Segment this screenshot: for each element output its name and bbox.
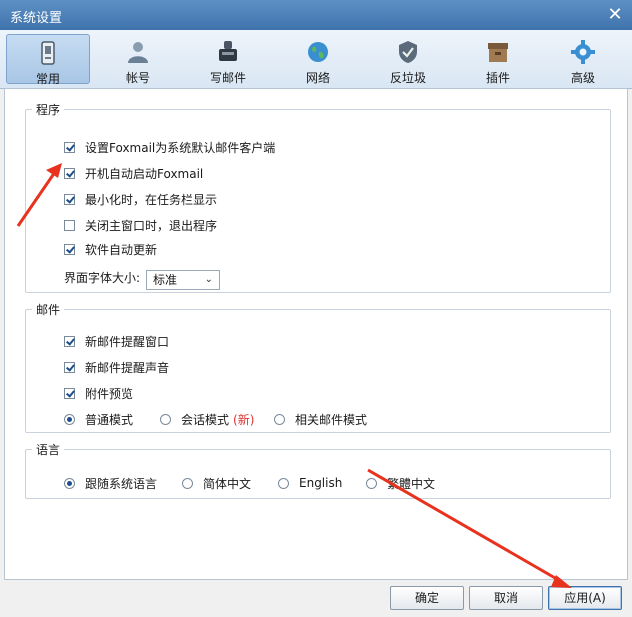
- language-group-legend: 语言: [36, 443, 61, 457]
- option-label: 设置Foxmail为系统默认邮件客户端: [85, 140, 276, 155]
- checkbox[interactable]: [64, 167, 75, 179]
- tab-advanced[interactable]: 高级: [541, 34, 625, 85]
- tab-compose-label: 写邮件: [209, 71, 246, 85]
- lang-label: English: [299, 476, 343, 490]
- apply-button[interactable]: 应用(A): [548, 586, 622, 610]
- mail-group-legend: 邮件: [36, 303, 61, 317]
- tab-account[interactable]: 帐号: [96, 34, 180, 85]
- lang-traditional-chinese[interactable]: 繁體中文: [366, 474, 435, 492]
- ok-button[interactable]: 确定: [390, 586, 464, 610]
- radio-button[interactable]: [278, 477, 289, 489]
- close-icon[interactable]: ✕: [604, 4, 626, 26]
- lang-label: 跟随系统语言: [85, 476, 158, 491]
- lang-label: 简体中文: [203, 476, 252, 491]
- plugin-icon: [488, 43, 508, 62]
- tab-plugin-label: 插件: [485, 71, 510, 85]
- option-new-mail-window[interactable]: 新邮件提醒窗口: [64, 332, 169, 350]
- option-label: 关闭主窗口时，退出程序: [85, 218, 218, 233]
- mode-label: 会话模式: [181, 412, 230, 427]
- checkbox[interactable]: [64, 219, 75, 231]
- antispam-icon: [399, 41, 417, 63]
- font-size-value: 标准: [153, 273, 178, 287]
- checkbox[interactable]: [64, 141, 75, 153]
- option-new-mail-sound[interactable]: 新邮件提醒声音: [64, 358, 169, 376]
- lang-simplified-chinese[interactable]: 简体中文: [182, 474, 251, 492]
- radio-button[interactable]: [64, 477, 75, 489]
- radio-button[interactable]: [274, 413, 285, 425]
- option-close-exit[interactable]: 关闭主窗口时，退出程序: [64, 216, 217, 234]
- mode-label: 普通模式: [85, 412, 134, 427]
- lang-label: 繁體中文: [387, 476, 436, 491]
- dialog-footer: 确定 取消 应用(A): [0, 580, 632, 617]
- font-size-row: 界面字体大小:: [64, 268, 140, 286]
- option-autostart[interactable]: 开机自动启动Foxmail: [64, 164, 203, 182]
- mode-related[interactable]: 相关邮件模式: [274, 410, 367, 428]
- compose-icon: [219, 41, 237, 61]
- option-auto-update[interactable]: 软件自动更新: [64, 240, 157, 258]
- tab-plugin[interactable]: 插件: [456, 34, 540, 85]
- new-badge: (新): [233, 412, 255, 427]
- checkbox[interactable]: [64, 193, 75, 205]
- checkbox[interactable]: [64, 361, 75, 373]
- tab-advanced-label: 高级: [570, 71, 595, 85]
- option-label: 附件预览: [85, 386, 134, 401]
- option-default-client[interactable]: 设置Foxmail为系统默认邮件客户端: [64, 138, 275, 156]
- program-group-legend: 程序: [36, 103, 61, 117]
- radio-button[interactable]: [64, 413, 75, 425]
- tab-general[interactable]: 常用: [6, 34, 90, 86]
- settings-panel: 程序 设置Foxmail为系统默认邮件客户端 开机自动启动Foxmail 最小化…: [4, 88, 628, 580]
- option-label: 最小化时，在任务栏显示: [85, 192, 218, 207]
- option-attachment-preview[interactable]: 附件预览: [64, 384, 133, 402]
- checkbox[interactable]: [64, 243, 75, 255]
- radio-button[interactable]: [182, 477, 193, 489]
- advanced-icon: [571, 40, 595, 64]
- cancel-button[interactable]: 取消: [469, 586, 543, 610]
- tab-network[interactable]: 网络: [276, 34, 360, 85]
- option-label: 软件自动更新: [85, 242, 158, 257]
- radio-button[interactable]: [366, 477, 377, 489]
- checkbox[interactable]: [64, 387, 75, 399]
- title-bar: 系统设置 ✕: [0, 0, 632, 30]
- font-size-select[interactable]: 标准 ⌄: [146, 270, 220, 290]
- mail-group: 邮件 新邮件提醒窗口 新邮件提醒声音 附件预览 普通模式 会话模式 (新) 相关…: [25, 301, 611, 433]
- settings-toolbar: 常用 帐号 写邮件 网络 反垃圾 插件 高级: [0, 30, 632, 89]
- option-label: 开机自动启动Foxmail: [85, 166, 204, 181]
- font-size-label: 界面字体大小:: [64, 270, 141, 285]
- mode-conversation[interactable]: 会话模式 (新): [160, 410, 254, 428]
- program-group: 程序 设置Foxmail为系统默认邮件客户端 开机自动启动Foxmail 最小化…: [25, 101, 611, 293]
- lang-follow-system[interactable]: 跟随系统语言: [64, 474, 157, 492]
- language-group: 语言 跟随系统语言 简体中文 English 繁體中文: [25, 441, 611, 499]
- radio-button[interactable]: [160, 413, 171, 425]
- tab-network-label: 网络: [305, 71, 330, 85]
- tab-account-label: 帐号: [125, 71, 150, 85]
- network-icon: [308, 42, 328, 62]
- tab-compose[interactable]: 写邮件: [186, 34, 270, 85]
- lang-english[interactable]: English: [278, 474, 342, 492]
- window-title: 系统设置: [10, 11, 63, 26]
- mode-label: 相关邮件模式: [295, 412, 368, 427]
- mode-normal[interactable]: 普通模式: [64, 410, 133, 428]
- account-icon: [128, 42, 148, 63]
- option-label: 新邮件提醒声音: [85, 360, 170, 375]
- option-label: 新邮件提醒窗口: [85, 334, 170, 349]
- general-icon: [41, 41, 55, 65]
- option-minimize-taskbar[interactable]: 最小化时，在任务栏显示: [64, 190, 217, 208]
- tab-antispam[interactable]: 反垃圾: [366, 34, 450, 85]
- tab-general-label: 常用: [35, 72, 60, 86]
- chevron-down-icon: ⌄: [204, 274, 213, 285]
- tab-antispam-label: 反垃圾: [389, 71, 426, 85]
- checkbox[interactable]: [64, 335, 75, 347]
